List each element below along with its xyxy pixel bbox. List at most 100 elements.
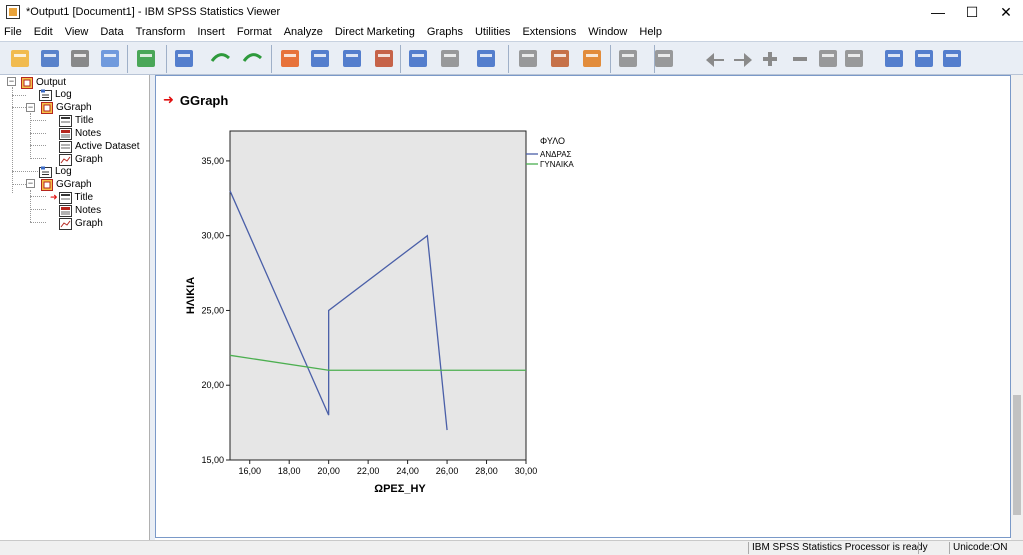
menu-direct-marketing[interactable]: Direct Marketing xyxy=(330,24,422,41)
collapse-toggle[interactable]: − xyxy=(26,179,35,188)
open-icon[interactable] xyxy=(8,46,34,72)
title-icon xyxy=(58,191,72,204)
close-button[interactable]: ✕ xyxy=(989,0,1023,24)
weight-cases-icon[interactable] xyxy=(438,46,464,72)
ggraph-book-icon xyxy=(41,178,53,191)
toolbar-separator xyxy=(127,45,128,73)
redo-icon[interactable] xyxy=(240,46,266,72)
goto-data-icon[interactable] xyxy=(278,46,304,72)
dataset-icon xyxy=(59,140,72,153)
tree-item-title-selected[interactable]: ➜ Title xyxy=(50,191,93,204)
tree-item-log[interactable]: Log xyxy=(39,88,72,101)
title-icon xyxy=(59,114,72,127)
tree-label-graph: Graph xyxy=(75,218,103,229)
demote-icon[interactable] xyxy=(730,46,756,72)
menu-edit[interactable]: Edit xyxy=(29,24,60,41)
tree-item-ggraph[interactable]: GGraph xyxy=(41,101,92,114)
log-icon xyxy=(39,89,52,101)
toolbar-separator xyxy=(166,45,167,73)
menu-bar: File Edit View Data Transform Insert For… xyxy=(0,24,1023,41)
menu-graphs[interactable]: Graphs xyxy=(422,24,470,41)
tree-item-ggraph[interactable]: GGraph xyxy=(41,178,92,191)
designate-window-icon[interactable] xyxy=(548,46,574,72)
tree-line xyxy=(30,190,31,222)
scripting-icon[interactable] xyxy=(516,46,542,72)
y-tick-label: 25,00 xyxy=(201,305,224,315)
goto-variable-icon[interactable] xyxy=(340,46,366,72)
graph-icon xyxy=(59,217,72,230)
tree-item-active-dataset[interactable]: Active Dataset xyxy=(59,140,139,153)
hide-icon[interactable] xyxy=(842,46,868,72)
create-title-icon[interactable] xyxy=(882,46,908,72)
status-divider xyxy=(748,542,749,554)
menu-insert[interactable]: Insert xyxy=(192,24,232,41)
split-file-icon[interactable] xyxy=(474,46,500,72)
menu-window[interactable]: Window xyxy=(583,24,634,41)
menu-analyze[interactable]: Analyze xyxy=(279,24,330,41)
x-tick-label: 18,00 xyxy=(278,466,301,476)
menu-view[interactable]: View xyxy=(60,24,96,41)
save-icon[interactable] xyxy=(38,46,64,72)
tree-label-ggraph: GGraph xyxy=(56,102,92,113)
menu-extensions[interactable]: Extensions xyxy=(517,24,583,41)
vertical-scrollbar[interactable] xyxy=(1011,75,1023,540)
select-cases-icon[interactable] xyxy=(406,46,432,72)
collapse-icon[interactable] xyxy=(788,46,814,72)
graph-chart[interactable]: 15,00 20,00 25,00 30,00 35,00 16,00 18,00 20,00… xyxy=(180,125,600,500)
outline-pane: − − − Output Log GGraph Title Notes Acti… xyxy=(0,75,150,540)
insert-text-icon[interactable] xyxy=(652,46,678,72)
recall-dialog-icon[interactable] xyxy=(172,46,198,72)
tree-item-notes[interactable]: Notes xyxy=(59,204,101,217)
expand-icon[interactable] xyxy=(758,46,784,72)
print-icon[interactable] xyxy=(68,46,94,72)
menu-format[interactable]: Format xyxy=(232,24,279,41)
tree-line xyxy=(30,222,46,223)
y-axis-label: ΗΛΙΚΙΑ xyxy=(185,277,197,314)
goto-case-icon[interactable] xyxy=(308,46,334,72)
tree-label-graph: Graph xyxy=(75,154,103,165)
toolbar-separator xyxy=(400,45,401,73)
scrollbar-thumb[interactable] xyxy=(1013,395,1021,515)
status-divider xyxy=(918,542,919,554)
tree-label-notes: Notes xyxy=(75,205,102,216)
menu-data[interactable]: Data xyxy=(95,24,130,41)
create-text-icon[interactable] xyxy=(912,46,938,72)
menu-utilities[interactable]: Utilities xyxy=(470,24,517,41)
insert-heading-icon[interactable] xyxy=(580,46,606,72)
promote-icon[interactable] xyxy=(704,46,730,72)
tree-item-graph[interactable]: Graph xyxy=(59,217,103,230)
print-preview-icon[interactable] xyxy=(98,46,124,72)
show-icon[interactable] xyxy=(816,46,842,72)
menu-file[interactable]: File xyxy=(0,24,29,41)
tree-line xyxy=(30,158,46,159)
tree-item-notes[interactable]: Notes xyxy=(59,127,101,140)
output-heading[interactable]: ➜ GGraph xyxy=(163,92,228,108)
tree-label-active-dataset: Active Dataset xyxy=(75,141,140,152)
ggraph-book-icon xyxy=(41,101,53,114)
collapse-toggle[interactable]: − xyxy=(7,77,16,86)
tree-line xyxy=(12,171,38,172)
insert-title-icon[interactable] xyxy=(616,46,642,72)
tree-label-log: Log xyxy=(55,166,72,177)
variables-icon[interactable] xyxy=(372,46,398,72)
window-title: *Output1 [Document1] - IBM SPSS Statisti… xyxy=(26,6,281,18)
x-tick-label: 24,00 xyxy=(396,466,419,476)
undo-icon[interactable] xyxy=(208,46,234,72)
maximize-button[interactable]: ☐ xyxy=(955,0,989,24)
toolbar xyxy=(0,41,1023,75)
create-page-icon[interactable] xyxy=(940,46,966,72)
tree-line xyxy=(12,95,26,96)
tree-item-log[interactable]: Log xyxy=(39,165,72,178)
tree-label-notes: Notes xyxy=(75,128,102,139)
tree-label-title: Title xyxy=(75,115,94,126)
legend-title: ΦΥΛΟ xyxy=(540,136,565,146)
menu-transform[interactable]: Transform xyxy=(131,24,193,41)
tree-item-title[interactable]: Title xyxy=(59,114,94,127)
y-tick-label: 20,00 xyxy=(201,380,224,390)
menu-help[interactable]: Help xyxy=(634,24,669,41)
export-icon[interactable] xyxy=(134,46,160,72)
window-controls: — ☐ ✕ xyxy=(921,0,1023,24)
tree-label-ggraph: GGraph xyxy=(56,179,92,190)
collapse-toggle[interactable]: − xyxy=(26,103,35,112)
minimize-button[interactable]: — xyxy=(921,0,955,24)
